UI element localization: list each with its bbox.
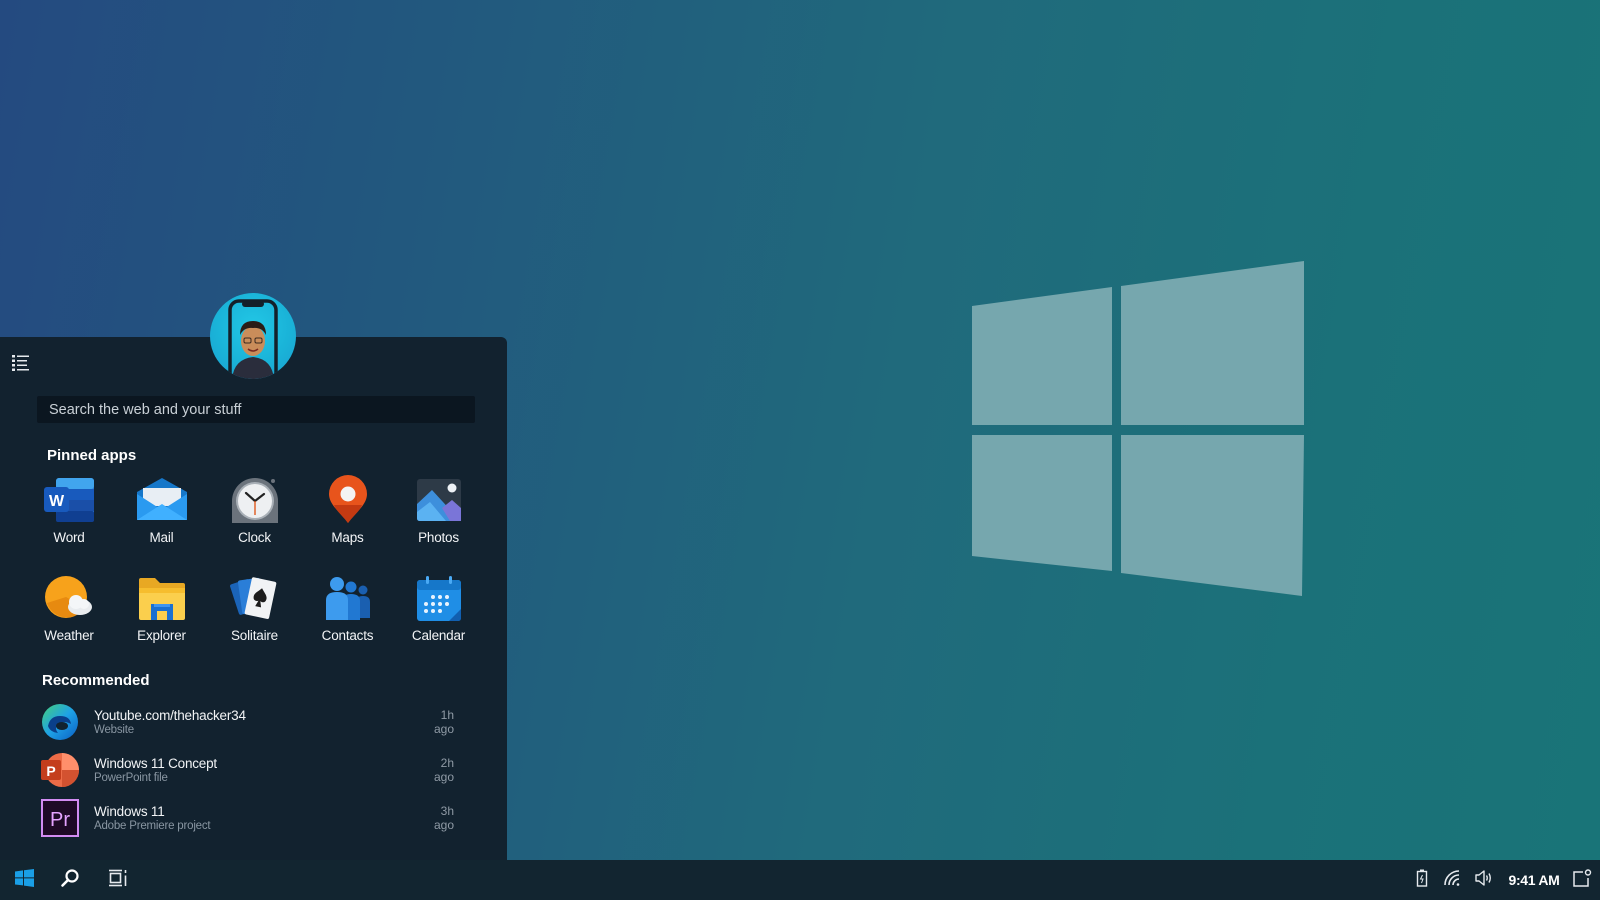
taskbar-search-button[interactable] — [54, 860, 86, 900]
recommended-item-time: 2h ago — [433, 756, 454, 784]
pinned-app-clock[interactable]: Clock — [208, 474, 301, 552]
start-search-box[interactable] — [37, 396, 475, 423]
recommended-item-name: Youtube.com/thehacker34 — [94, 708, 246, 723]
battery-icon — [1416, 869, 1428, 892]
recommended-heading: Recommended — [42, 672, 150, 689]
recommended-item[interactable]: Youtube.com/thehacker34 Website 1h ago — [40, 698, 470, 746]
app-label: Mail — [149, 530, 174, 545]
clock-icon — [227, 474, 283, 526]
svg-text:W: W — [49, 493, 65, 510]
pinned-app-contacts[interactable]: Contacts — [301, 572, 394, 650]
pinned-apps-heading: Pinned apps — [47, 447, 137, 464]
app-label: Solitaire — [231, 628, 278, 643]
weather-icon — [41, 572, 97, 624]
word-icon: W — [41, 474, 97, 526]
logo-pane-bottom-right — [1121, 435, 1304, 596]
app-label: Word — [53, 530, 85, 545]
volume-button[interactable] — [1472, 860, 1496, 900]
wifi-icon — [1443, 869, 1461, 891]
recommended-item-type: Website — [94, 724, 134, 736]
volume-icon — [1475, 869, 1493, 891]
windows-logo-icon — [14, 868, 34, 892]
task-view-button[interactable] — [102, 860, 134, 900]
pinned-app-calendar[interactable]: Calendar — [394, 572, 483, 650]
pinned-apps-grid: W Word Mail Clock Maps Photos Weather Ex… — [23, 474, 483, 650]
logo-pane-bottom-left — [972, 435, 1112, 571]
task-view-icon — [108, 869, 128, 892]
recommended-item-type: PowerPoint file — [94, 772, 168, 784]
app-label: Calendar — [411, 628, 466, 643]
battery-button[interactable] — [1412, 860, 1432, 900]
pinned-app-photos[interactable]: Photos — [394, 474, 483, 552]
user-avatar[interactable] — [210, 293, 296, 379]
powerpoint-icon: P — [40, 750, 80, 790]
edge-icon — [40, 702, 80, 742]
calendar-icon — [411, 572, 467, 624]
search-input[interactable] — [49, 401, 475, 418]
mail-icon — [134, 474, 190, 526]
app-label: Contacts — [321, 628, 374, 643]
recommended-item[interactable]: Pr Windows 11 Adobe Premiere project 3h … — [40, 794, 470, 842]
recommended-list: Youtube.com/thehacker34 Website 1h ago P… — [40, 698, 470, 842]
pinned-app-weather[interactable]: Weather — [23, 572, 115, 650]
logo-pane-top-left — [972, 287, 1112, 425]
pinned-app-word[interactable]: W Word — [23, 474, 115, 552]
notifications-button[interactable] — [1570, 860, 1594, 900]
taskbar-clock[interactable]: 9:41 AM — [1504, 860, 1564, 900]
recommended-item-type: Adobe Premiere project — [94, 820, 211, 832]
pinned-app-mail[interactable]: Mail — [115, 474, 208, 552]
recommended-item-time: 3h ago — [433, 804, 454, 832]
app-label: Weather — [44, 628, 94, 643]
list-icon[interactable] — [11, 354, 31, 372]
wifi-button[interactable] — [1440, 860, 1464, 900]
premiere-icon: Pr — [40, 798, 80, 838]
app-label: Explorer — [137, 628, 186, 643]
pinned-app-solitaire[interactable]: Solitaire — [208, 572, 301, 650]
maps-icon — [320, 474, 376, 526]
photos-icon — [411, 474, 467, 526]
logo-pane-top-right — [1121, 261, 1304, 425]
recommended-item-name: Windows 11 Concept — [94, 756, 217, 771]
recommended-item-time: 1h ago — [433, 708, 454, 736]
cards-icon — [227, 572, 283, 624]
folder-icon — [134, 572, 190, 624]
start-button[interactable] — [8, 860, 40, 900]
app-label: Clock — [238, 530, 271, 545]
pinned-app-explorer[interactable]: Explorer — [115, 572, 208, 650]
taskbar: 9:41 AM — [0, 860, 1600, 900]
recommended-item-name: Windows 11 — [94, 804, 165, 819]
search-icon — [60, 868, 80, 893]
pinned-app-maps[interactable]: Maps — [301, 474, 394, 552]
app-label: Maps — [331, 530, 364, 545]
recommended-item[interactable]: P Windows 11 Concept PowerPoint file 2h … — [40, 746, 470, 794]
svg-text:P: P — [46, 763, 55, 779]
svg-text:Pr: Pr — [50, 809, 70, 831]
app-label: Photos — [418, 530, 459, 545]
notification-icon — [1572, 868, 1592, 892]
contacts-icon — [320, 572, 376, 624]
